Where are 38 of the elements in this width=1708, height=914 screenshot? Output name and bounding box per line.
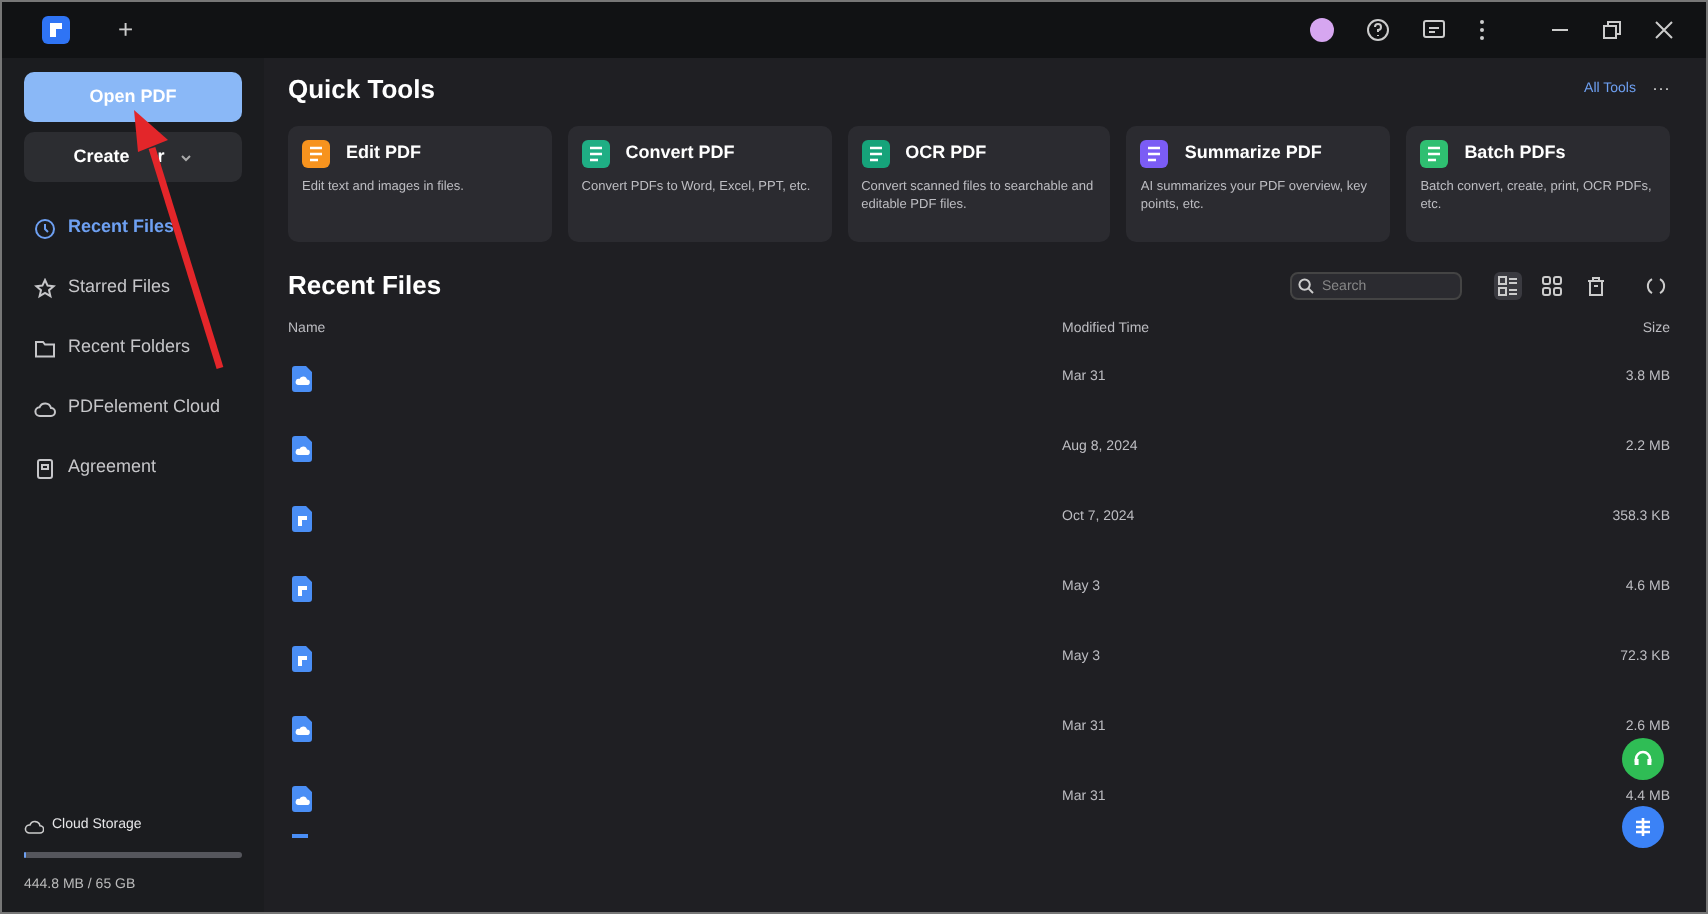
clock-icon xyxy=(34,217,56,239)
tool-name: Edit PDF xyxy=(346,140,421,167)
restore-icon[interactable] xyxy=(1602,20,1622,40)
sidebar-item[interactable]: Agreement xyxy=(24,438,242,498)
section-title: Quick Tools xyxy=(288,72,435,109)
close-icon[interactable] xyxy=(1654,20,1674,40)
caret-icon xyxy=(180,153,193,161)
more-button[interactable]: ··· xyxy=(1652,76,1670,104)
new-tab-button[interactable]: + xyxy=(118,10,134,50)
feedback-icon[interactable] xyxy=(1422,18,1446,42)
more-icon[interactable] xyxy=(1478,18,1486,42)
document-icon xyxy=(34,457,56,479)
section-title: Recent Files xyxy=(288,268,442,305)
star-icon xyxy=(34,277,56,299)
create-pdf-button[interactable]: Create r xyxy=(24,132,242,182)
help-icon[interactable] xyxy=(1366,18,1390,42)
trash-button[interactable] xyxy=(1582,272,1610,300)
sidebar-item[interactable]: Recent Files xyxy=(24,198,242,258)
tool-name: Summarize PDF xyxy=(1184,140,1322,167)
avatar-icon[interactable] xyxy=(1310,18,1334,42)
cloud-icon xyxy=(24,819,44,834)
assistant-button[interactable] xyxy=(1622,806,1664,848)
search-icon xyxy=(1298,278,1314,294)
grid-view-button[interactable] xyxy=(1538,272,1566,300)
tool-name: Batch PDFs xyxy=(1464,140,1566,167)
cloud-icon xyxy=(34,397,56,419)
sidebar-item[interactable]: Starred Files xyxy=(24,258,242,318)
support-button[interactable] xyxy=(1622,738,1664,780)
tool-name: OCR PDF xyxy=(905,140,987,167)
signpost-icon xyxy=(1632,816,1654,838)
list-view-button[interactable] xyxy=(1494,272,1522,300)
refresh-button[interactable] xyxy=(1642,272,1670,300)
app-logo-icon[interactable] xyxy=(42,16,70,44)
sidebar-item[interactable]: Recent Folders xyxy=(24,318,242,378)
sidebar-item[interactable]: PDFelement Cloud xyxy=(24,378,242,438)
headset-icon xyxy=(1632,748,1654,770)
folder-icon xyxy=(34,337,56,359)
tool-name: Convert PDF xyxy=(625,140,735,167)
